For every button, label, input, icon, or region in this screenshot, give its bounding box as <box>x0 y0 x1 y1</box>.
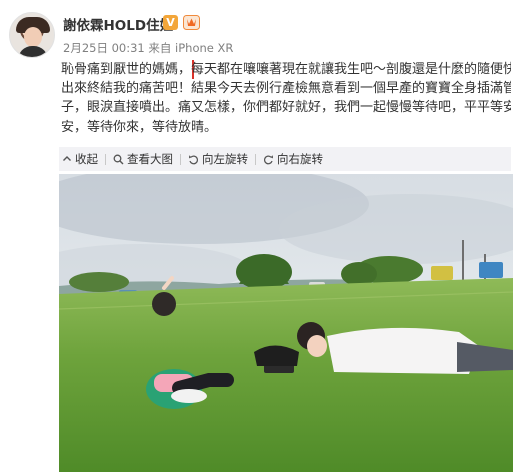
post-line-1: 恥骨痛到厭世的媽媽，每天都在嚷嚷著現在就讓我生吧～剖腹還是什麼的隨便快 <box>61 60 511 80</box>
toolbar-divider <box>105 153 106 165</box>
magnifier-icon <box>113 154 124 164</box>
park-scene-illustration <box>59 174 513 472</box>
collapse-button[interactable]: 收起 <box>59 151 101 167</box>
collapse-arrow-icon <box>63 156 71 161</box>
post-text: 恥骨痛到厭世的媽媽，每天都在嚷嚷著現在就讓我生吧～剖腹還是什麼的隨便快 出來終結… <box>61 60 511 137</box>
rotate-right-button[interactable]: 向右旋转 <box>260 151 326 167</box>
avatar[interactable] <box>9 12 55 58</box>
post-line-3: 子，眼淚直接噴出。痛又怎樣，你們都好就好，我們一起慢慢等待吧，平平等安 <box>61 100 511 116</box>
avatar-face <box>24 27 42 47</box>
verified-badge-icon: V <box>163 15 178 30</box>
toolbar-divider <box>180 153 181 165</box>
avatar-body <box>18 46 48 57</box>
post-line-2: 出來終結我的痛苦吧！結果今天去例行產檢無意看到一個早產的寶寶全身插滿管 <box>61 81 511 97</box>
collapse-label: 收起 <box>75 152 98 166</box>
rotate-left-button[interactable]: 向左旋转 <box>185 151 251 167</box>
vip-rank-icon <box>183 15 200 30</box>
rotate-right-label: 向右旋转 <box>277 152 323 166</box>
post-line-4: 安，等待你來，等待放晴。 <box>61 119 218 135</box>
view-large-button[interactable]: 查看大图 <box>110 151 176 167</box>
toolbar-divider <box>255 153 256 165</box>
view-large-label: 查看大图 <box>127 152 173 166</box>
username-link[interactable]: 謝依霖HOLD住姐 <box>63 14 173 34</box>
rotate-right-icon <box>263 154 273 164</box>
rotate-left-icon <box>189 154 199 164</box>
post-line-1-rest: 每天都在嚷嚷著現在就讓我生吧～剖腹還是什麼的隨便快 <box>191 62 511 77</box>
rotate-left-label: 向左旋转 <box>202 152 248 166</box>
post-photo[interactable] <box>59 174 513 472</box>
highlighted-phrase: 恥骨痛到厭世的媽媽， <box>61 60 195 80</box>
image-toolbar: 收起 查看大图 向左旋转 向右旋转 <box>59 147 511 171</box>
post-meta: 2月25日 00:31 来自 iPhone XR <box>63 41 234 55</box>
